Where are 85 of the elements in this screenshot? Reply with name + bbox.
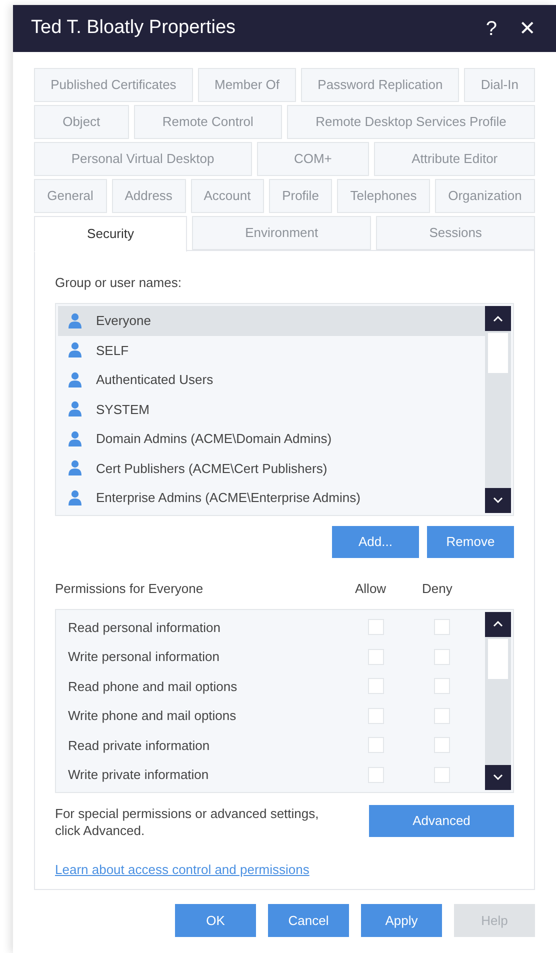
deny-checkbox[interactable] [434, 648, 450, 665]
scroll-thumb[interactable] [488, 333, 508, 373]
scroll-down-button[interactable] [485, 764, 511, 790]
tab[interactable]: Profile [268, 179, 332, 213]
action-button[interactable]: Add... [332, 526, 419, 558]
help-link[interactable]: Learn about access control and permissions [55, 860, 310, 880]
allow-checkbox[interactable] [368, 678, 384, 694]
person-icon [68, 490, 82, 506]
permission-name: Write private information [68, 766, 210, 784]
permission-name: Write phone and mail options [68, 707, 238, 725]
list-item[interactable]: Everyone [58, 306, 485, 336]
deny-checkbox[interactable] [434, 766, 450, 783]
scrollbar[interactable] [485, 612, 511, 790]
dialog-button[interactable]: Cancel [268, 904, 349, 937]
dialog-button[interactable]: OK [175, 904, 256, 937]
scroll-down-button[interactable] [485, 488, 511, 512]
tab[interactable]: Organization [434, 179, 535, 213]
list-item[interactable]: SYSTEM [58, 394, 485, 424]
dialog-button[interactable]: Apply [361, 904, 442, 937]
person-icon [68, 460, 82, 476]
person-icon [68, 430, 82, 447]
allow-checkbox[interactable] [368, 737, 384, 754]
list-item[interactable]: Cert Publishers (ACME\Cert Publishers) [58, 454, 485, 483]
list-item[interactable]: SELF [58, 336, 485, 365]
deny-checkbox[interactable] [434, 678, 450, 694]
column-header: Deny [422, 580, 452, 598]
permission-name: Read personal information [68, 618, 222, 637]
action-button[interactable]: Remove [427, 526, 514, 558]
allow-checkbox[interactable] [368, 766, 384, 783]
user-name: SELF [96, 342, 129, 360]
section-label: Group or user names: [55, 274, 182, 292]
advanced-note: For special permissions or advanced settings, click Advanced. [55, 804, 320, 840]
tab[interactable]: Account [190, 179, 264, 213]
list-item[interactable]: Authenticated Users [58, 365, 485, 394]
user-name: Everyone [96, 312, 151, 330]
tab[interactable]: Dial-In [464, 68, 536, 102]
column-header: Allow [355, 580, 388, 598]
scroll-up-button[interactable] [485, 612, 511, 636]
advanced-button[interactable]: Advanced [369, 804, 514, 836]
tab[interactable]: General [34, 179, 107, 213]
allow-checkbox[interactable] [368, 708, 384, 724]
permission-name: Write personal information [68, 648, 220, 666]
scroll-up-button[interactable] [485, 306, 511, 331]
tab[interactable]: Password Replication [301, 68, 460, 102]
user-name: Domain Admins (ACME\Domain Admins) [96, 430, 332, 448]
chevron-down-icon [493, 774, 503, 780]
permission-name: Read private information [68, 736, 211, 755]
tab[interactable]: Attribute Editor [374, 142, 536, 176]
person-icon [68, 401, 82, 418]
section-label: Permissions for Everyone [55, 580, 204, 598]
list-item[interactable]: Enterprise Admins (ACME\Enterprise Admins) [58, 483, 485, 512]
person-icon [68, 372, 82, 388]
chevron-up-icon [493, 621, 503, 627]
allow-checkbox[interactable] [368, 648, 384, 665]
user-name: Enterprise Admins (ACME\Enterprise Admins) [96, 489, 360, 507]
list-item[interactable]: Domain Admins (ACME\Domain Admins) [58, 424, 485, 454]
tab[interactable]: Security [34, 216, 188, 252]
deny-checkbox[interactable] [434, 619, 450, 636]
tab[interactable]: Sessions [376, 216, 535, 250]
tab[interactable]: Remote Desktop Services Profile [287, 105, 535, 139]
user-name: SYSTEM [96, 400, 150, 418]
scrollbar[interactable] [485, 306, 511, 512]
tab[interactable]: Object [34, 105, 129, 139]
chevron-down-icon [493, 497, 503, 503]
tab[interactable]: Remote Control [134, 105, 282, 139]
tab[interactable]: Environment [192, 216, 372, 250]
tab[interactable]: Personal Virtual Desktop [34, 142, 252, 176]
permission-name: Read phone and mail options [68, 678, 238, 696]
user-name: Cert Publishers (ACME\Cert Publishers) [96, 460, 328, 478]
tab[interactable]: Telephones [337, 179, 430, 213]
person-icon [68, 312, 82, 329]
tab[interactable]: Member Of [198, 68, 296, 102]
deny-checkbox[interactable] [434, 737, 450, 754]
person-icon [68, 342, 82, 358]
allow-checkbox[interactable] [368, 619, 384, 636]
close-button[interactable]: ✕ [513, 18, 542, 38]
tab[interactable]: Address [112, 179, 186, 213]
user-name: Authenticated Users [96, 371, 214, 389]
deny-checkbox[interactable] [434, 708, 450, 724]
tab[interactable]: Published Certificates [34, 68, 193, 102]
help-button[interactable]: ? [480, 18, 503, 38]
window-title: Ted T. Bloatly Properties [31, 16, 237, 40]
tab[interactable]: COM+ [256, 142, 370, 176]
scroll-thumb[interactable] [488, 638, 508, 678]
chevron-up-icon [493, 316, 503, 322]
